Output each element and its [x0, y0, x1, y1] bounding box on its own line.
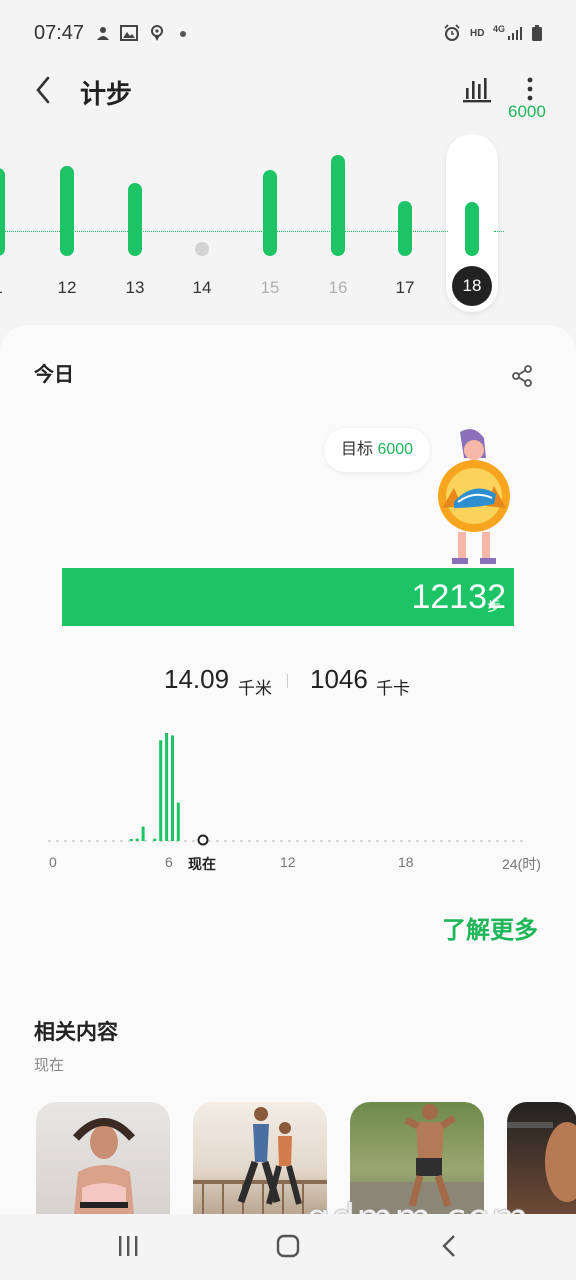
- status-time: 07:47: [34, 22, 85, 44]
- day-bar[interactable]: [0, 168, 5, 256]
- stat-divider: [287, 674, 288, 688]
- hour-axis-label: 24(时): [502, 856, 541, 872]
- hourly-step-chart: [48, 733, 528, 846]
- share-icon: [512, 365, 532, 387]
- day-bar[interactable]: [128, 183, 142, 256]
- nav-back-button[interactable]: [440, 1234, 460, 1258]
- goal-prefix: 目标: [340, 441, 373, 458]
- share-button[interactable]: [510, 364, 534, 388]
- day-label[interactable]: 13: [115, 278, 155, 298]
- related-content-subtitle: 现在: [34, 1057, 65, 1074]
- day-bar-empty[interactable]: [195, 242, 209, 256]
- day-bar[interactable]: [60, 166, 74, 256]
- goal-value: 6000: [377, 441, 414, 458]
- more-options-button[interactable]: [520, 74, 540, 104]
- battery-icon: [532, 25, 542, 41]
- day-label[interactable]: 17: [385, 278, 425, 298]
- hd-indicator: HD: [470, 28, 485, 39]
- recent-apps-button[interactable]: [116, 1234, 140, 1258]
- day-bar[interactable]: [465, 202, 479, 256]
- chevron-left-icon: [36, 76, 50, 104]
- back-button[interactable]: [30, 70, 60, 110]
- learn-more-link[interactable]: 了解更多: [442, 910, 538, 945]
- selected-day-label[interactable]: 18: [452, 266, 492, 306]
- goal-line-value: 6000: [508, 102, 546, 121]
- related-card-1[interactable]: [36, 1102, 170, 1214]
- hour-axis-label: 18: [398, 854, 414, 870]
- day-label[interactable]: 12: [47, 278, 87, 298]
- distance-value: 14.09: [164, 664, 230, 694]
- woman-fitness-image: [72, 1118, 136, 1214]
- calories-unit: 千卡: [376, 679, 410, 698]
- related-content-title: 相关内容: [34, 1021, 118, 1044]
- trends-button[interactable]: [462, 74, 492, 104]
- day-label[interactable]: 16: [318, 278, 358, 298]
- hour-axis-label: 6: [165, 854, 173, 870]
- emoji-icon: [97, 27, 109, 40]
- notification-dot: [180, 31, 186, 37]
- mascot-illustration: [438, 429, 510, 564]
- bar-chart-icon: [463, 78, 491, 103]
- day-label[interactable]: 15: [250, 278, 290, 298]
- day-label[interactable]: 1: [0, 278, 18, 298]
- calories-value: 1046: [310, 664, 368, 694]
- distance-unit: 千米: [238, 679, 272, 698]
- now-label: 现在: [188, 856, 216, 872]
- hour-bar: [171, 735, 174, 841]
- goal-bubble: 目标 6000: [324, 428, 430, 472]
- steps-unit: 步: [487, 598, 501, 614]
- today-label: 今日: [34, 364, 74, 386]
- hour-bar: [129, 839, 133, 841]
- location-icon: [151, 25, 163, 41]
- goal-line-end: [494, 231, 504, 232]
- hour-axis-label: 0: [49, 854, 57, 870]
- now-marker: [197, 834, 209, 846]
- home-button[interactable]: [276, 1234, 300, 1258]
- network-type: 4G: [493, 24, 506, 34]
- signal-icon: [508, 27, 522, 40]
- page-title: 计步: [80, 79, 133, 109]
- day-bar[interactable]: [331, 155, 345, 256]
- weekly-step-chart[interactable]: 1 12 13 14 15 16 17 18: [0, 120, 576, 320]
- hour-bar: [165, 733, 169, 841]
- day-label[interactable]: 14: [182, 278, 222, 298]
- hour-bar: [159, 740, 163, 841]
- alarm-icon: [444, 24, 460, 41]
- hour-axis-label: 12: [280, 854, 296, 870]
- hour-bar: [153, 838, 157, 841]
- hour-bar: [141, 826, 145, 841]
- day-bar[interactable]: [398, 201, 412, 256]
- gallery-icon: [120, 25, 138, 41]
- hour-bar: [176, 802, 180, 841]
- hour-bar: [135, 838, 139, 841]
- more-vertical-icon: [527, 77, 533, 101]
- day-bar[interactable]: [263, 170, 277, 256]
